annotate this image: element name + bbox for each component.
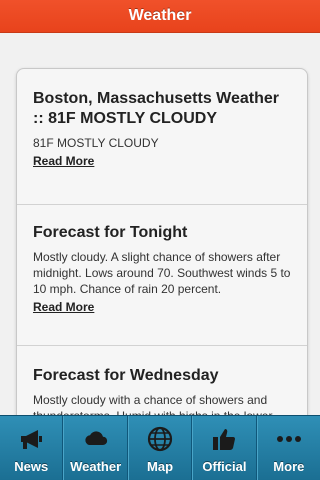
item-title: Boston, Massachusetts Weather :: 81F MOS… bbox=[33, 90, 279, 127]
page-title: Weather bbox=[128, 7, 192, 24]
tab-label: Map bbox=[147, 459, 174, 474]
megaphone-icon bbox=[21, 430, 43, 449]
read-more-link[interactable]: Read More bbox=[33, 300, 94, 314]
tab-label: Official bbox=[202, 459, 247, 474]
tab-bar: News Weather Map Official More bbox=[0, 415, 320, 480]
more-dots-icon bbox=[276, 436, 301, 442]
tab-label: News bbox=[14, 459, 49, 474]
thumbs-up-icon bbox=[213, 429, 236, 450]
cloud-icon bbox=[84, 431, 107, 445]
read-more-link[interactable]: Read More bbox=[33, 154, 94, 168]
tab-more[interactable]: More bbox=[256, 416, 320, 480]
tab-official[interactable]: Official bbox=[192, 416, 257, 480]
tab-news[interactable]: News bbox=[0, 416, 64, 480]
tab-map[interactable]: Map bbox=[127, 416, 193, 480]
tab-label: More bbox=[273, 459, 305, 474]
list-item: Forecast for Tonight Mostly cloudy. A sl… bbox=[17, 205, 307, 346]
globe-icon bbox=[147, 426, 173, 452]
list-item: Boston, Massachusetts Weather :: 81F MOS… bbox=[17, 69, 307, 205]
item-title: Forecast for Tonight bbox=[33, 224, 188, 241]
app-header: Weather bbox=[0, 0, 320, 33]
content-list[interactable]: Boston, Massachusetts Weather :: 81F MOS… bbox=[16, 68, 308, 428]
tab-weather[interactable]: Weather bbox=[63, 416, 128, 480]
item-text: Mostly cloudy. A slight chance of shower… bbox=[33, 250, 291, 296]
tab-label: Weather bbox=[70, 459, 122, 474]
item-title: Forecast for Wednesday bbox=[33, 367, 219, 384]
item-text: 81F MOSTLY CLOUDY bbox=[33, 136, 159, 150]
